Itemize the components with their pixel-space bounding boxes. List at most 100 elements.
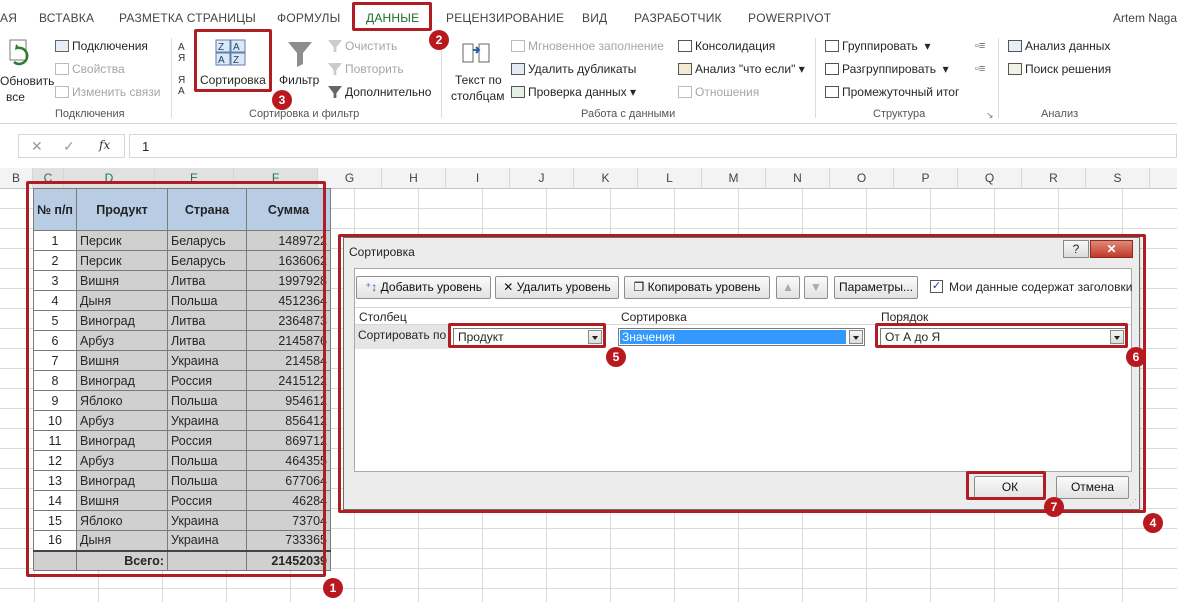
column-header-f[interactable]: F [234, 168, 318, 189]
column-header-k[interactable]: K [574, 168, 638, 189]
column-header-o[interactable]: O [830, 168, 894, 189]
refresh-all-label-1[interactable]: Обновить [0, 74, 54, 88]
cell-sum[interactable]: 464355 [245, 450, 331, 471]
cell-index[interactable]: 4 [33, 290, 77, 311]
tab-powerpivot[interactable]: POWERPIVOT [748, 11, 831, 25]
tab-insert[interactable]: ВСТАВКА [39, 11, 94, 25]
subtotal-button[interactable]: Промежуточный итог [825, 85, 959, 99]
cell-product[interactable]: Вишня [75, 350, 168, 371]
column-header-n[interactable]: N [766, 168, 830, 189]
cell-sum[interactable]: 73704 [245, 510, 331, 531]
cell-product[interactable]: Арбуз [75, 330, 168, 351]
user-name[interactable]: Artem Naga [1113, 11, 1177, 25]
cell-sum[interactable]: 733365 [245, 530, 331, 551]
column-header-i[interactable]: I [446, 168, 510, 189]
close-icon[interactable]: ✕ [1090, 240, 1133, 258]
cell-country[interactable]: Россия [166, 430, 247, 451]
cell-country[interactable]: Беларусь [166, 250, 247, 271]
tab-data[interactable]: ДАННЫЕ [366, 11, 419, 25]
cell-sum[interactable]: 856412 [245, 410, 331, 431]
cell-sum[interactable]: 2415122 [245, 370, 331, 391]
cell-country[interactable]: Украина [166, 350, 247, 371]
cell-index[interactable]: 7 [33, 350, 77, 371]
sort-az-icon[interactable]: АЯЯА [178, 42, 192, 97]
clear-button[interactable]: Очистить [328, 39, 397, 53]
column-header-r[interactable]: R [1022, 168, 1086, 189]
cell-index[interactable]: 16 [33, 530, 77, 551]
header-country[interactable]: Страна [166, 188, 247, 231]
delete-level-button[interactable]: ✕ Удалить уровень [495, 276, 619, 299]
total-empty-cell[interactable] [166, 549, 247, 571]
outline-launcher-icon[interactable]: ↘ [986, 110, 994, 121]
cell-product[interactable]: Яблоко [75, 510, 168, 531]
cell-product[interactable]: Арбуз [75, 450, 168, 471]
tab-formulas[interactable]: ФОРМУЛЫ [277, 11, 340, 25]
relationships-button[interactable]: Отношения [678, 85, 759, 99]
cell-sum[interactable]: 677064 [245, 470, 331, 491]
column-header-s[interactable]: S [1086, 168, 1150, 189]
chevron-down-icon[interactable] [1110, 330, 1124, 344]
text-to-columns-label-2[interactable]: столбцам [451, 89, 504, 103]
cell-country[interactable]: Украина [166, 410, 247, 431]
text-to-columns-label-1[interactable]: Текст по [455, 73, 502, 87]
show-detail-icon[interactable]: ▫≡ [975, 40, 985, 52]
header-product[interactable]: Продукт [75, 188, 168, 231]
cell-product[interactable]: Виноград [75, 430, 168, 451]
hide-detail-icon[interactable]: ▫≡ [975, 63, 985, 75]
data-validation-button[interactable]: Проверка данных ▾ [511, 85, 636, 99]
cell-product[interactable]: Дыня [75, 530, 168, 551]
cell-country[interactable]: Литва [166, 270, 247, 291]
cell-product[interactable]: Арбуз [75, 410, 168, 431]
cell-product[interactable]: Виноград [75, 470, 168, 491]
cell-index[interactable]: 2 [33, 250, 77, 271]
chevron-down-icon[interactable] [849, 330, 863, 344]
cell-country[interactable]: Литва [166, 310, 247, 331]
cell-index[interactable]: 1 [33, 230, 77, 251]
cell-product[interactable]: Виноград [75, 310, 168, 331]
flash-fill-button[interactable]: Мгновенное заполнение [511, 39, 664, 53]
cell-index[interactable]: 13 [33, 470, 77, 491]
properties-button[interactable]: Свойства [55, 62, 125, 76]
cell-index[interactable]: 15 [33, 510, 77, 531]
cell-country[interactable]: Польша [166, 290, 247, 311]
filter-button[interactable]: Фильтр [279, 73, 319, 87]
cell-product[interactable]: Дыня [75, 290, 168, 311]
refresh-all-label-2[interactable]: все [6, 90, 25, 104]
column-header-b[interactable]: B [0, 168, 33, 189]
tab-developer[interactable]: РАЗРАБОТЧИК [634, 11, 722, 25]
sort-button[interactable]: Сортировка [200, 73, 266, 87]
remove-duplicates-button[interactable]: Удалить дубликаты [511, 62, 636, 76]
header-index[interactable]: № п/п [33, 188, 77, 231]
column-header-d[interactable]: D [64, 168, 155, 189]
cell-country[interactable]: Польша [166, 390, 247, 411]
move-down-button[interactable]: ▼ [804, 276, 828, 299]
cell-country[interactable]: Литва [166, 330, 247, 351]
cell-index[interactable]: 11 [33, 430, 77, 451]
cell-product[interactable]: Вишня [75, 270, 168, 291]
column-select[interactable]: Продукт [453, 328, 604, 346]
cell-sum[interactable]: 4512364 [245, 290, 331, 311]
cell-index[interactable]: 12 [33, 450, 77, 471]
cell-country[interactable]: Польша [166, 470, 247, 491]
cell-index[interactable]: 5 [33, 310, 77, 331]
consolidate-button[interactable]: Консолидация [678, 39, 775, 53]
cell-product[interactable]: Виноград [75, 370, 168, 391]
cell-sum[interactable]: 1997928 [245, 270, 331, 291]
column-header-q[interactable]: Q [958, 168, 1022, 189]
cell-country[interactable]: Россия [166, 370, 247, 391]
cell-country[interactable]: Россия [166, 490, 247, 511]
cell-index[interactable]: 9 [33, 390, 77, 411]
total-value[interactable]: 21452039 [245, 549, 331, 571]
function-icon[interactable]: fx [99, 138, 110, 152]
solver-button[interactable]: Поиск решения [1008, 62, 1111, 76]
cell-sum[interactable]: 1489722 [245, 230, 331, 251]
cell-index[interactable]: 6 [33, 330, 77, 351]
data-analysis-button[interactable]: Анализ данных [1008, 39, 1110, 53]
data-table[interactable]: № п/п Продукт Страна Сумма 1 Персик Белару… [33, 188, 331, 571]
connections-button[interactable]: Подключения [55, 39, 148, 53]
chevron-down-icon[interactable] [588, 330, 602, 344]
cell-country[interactable]: Польша [166, 450, 247, 471]
cell-sum[interactable]: 869712 [245, 430, 331, 451]
cancel-button[interactable]: Отмена [1056, 476, 1129, 499]
total-empty-cell[interactable] [33, 549, 77, 571]
